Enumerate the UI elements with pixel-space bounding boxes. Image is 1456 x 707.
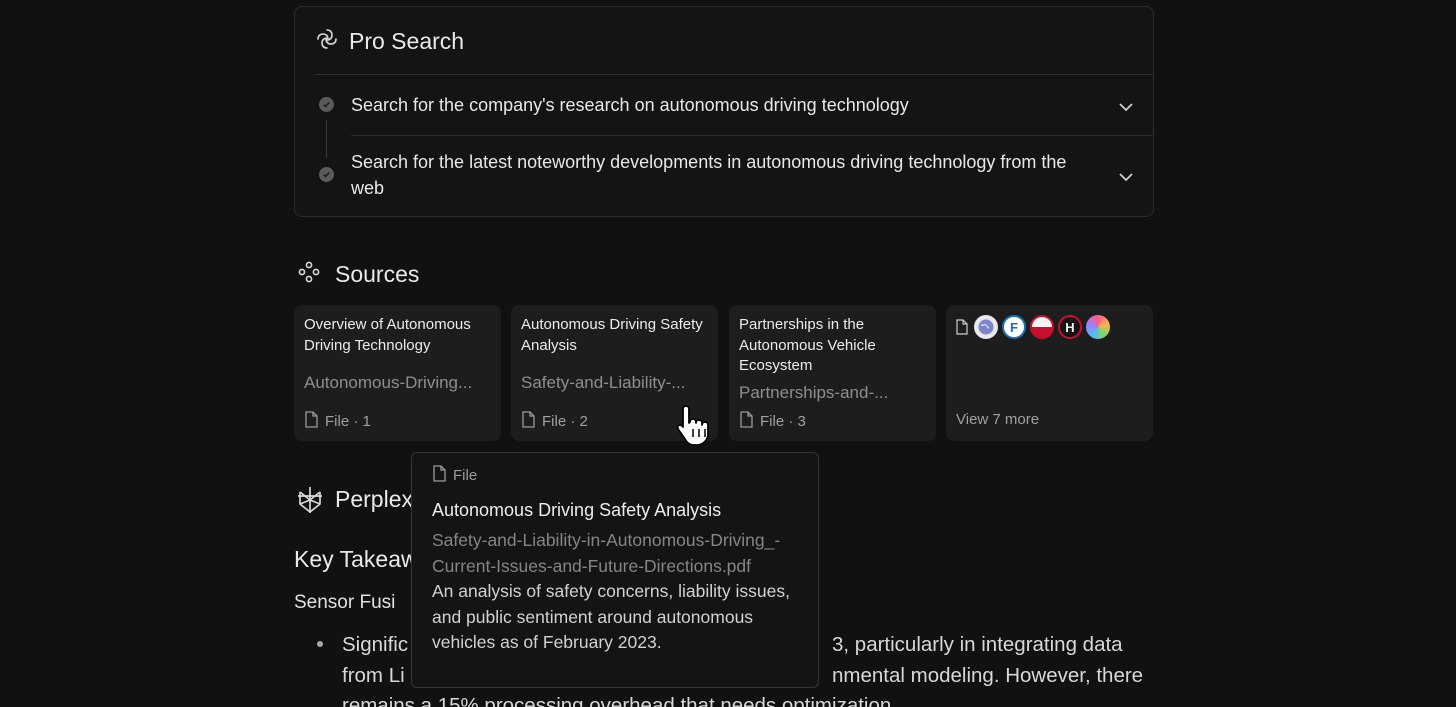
- source-meta: File · 2: [521, 411, 588, 432]
- source-favicons: F H: [956, 315, 1110, 339]
- flag-icon: [1030, 315, 1054, 339]
- source-card-3[interactable]: Partnerships in the Autonomous Vehicle E…: [729, 305, 936, 441]
- search-step-text: Search for the latest noteworthy develop…: [351, 152, 1067, 198]
- answer-title: Perplex: [335, 486, 413, 512]
- bullet-text-line1-left: Signific: [342, 633, 409, 656]
- key-takeaways-heading: Key Takeaw: [294, 546, 418, 572]
- source-filename: Autonomous-Driving...: [304, 373, 473, 392]
- sources-header: Sources: [297, 260, 419, 289]
- pro-search-panel: Pro Search Search for the company's rese…: [294, 6, 1154, 217]
- chevron-down-icon[interactable]: [1117, 168, 1135, 191]
- pdf-file-icon: [304, 411, 319, 432]
- source-meta-text: File · 3: [760, 413, 806, 430]
- gradient-logo-icon: [1086, 315, 1110, 339]
- h-logo-icon: H: [1058, 315, 1082, 339]
- source-title: Overview of Autonomous Driving Technolog…: [304, 316, 471, 354]
- file-icon: [956, 319, 970, 335]
- perplexity-logo-icon: [296, 485, 324, 520]
- source-hover-card: File Autonomous Driving Safety Analysis …: [411, 452, 819, 688]
- pdf-file-icon: [432, 465, 447, 486]
- check-icon: [319, 167, 334, 182]
- source-meta: File · 1: [304, 411, 371, 432]
- sources-icon: [297, 260, 321, 289]
- source-meta-text: File · 1: [325, 413, 371, 430]
- globe-icon: [974, 315, 998, 339]
- hand-cursor-icon: [674, 403, 716, 452]
- source-filename: Partnerships-and-...: [739, 383, 889, 402]
- f-logo-icon: F: [1002, 315, 1026, 339]
- bullet-text-line3: remains a 15% processing overhead that n…: [342, 694, 892, 707]
- bullet-marker: [317, 641, 323, 647]
- source-kind-label: File: [453, 467, 478, 484]
- pro-search-title: Pro Search: [349, 28, 465, 54]
- check-icon: [319, 97, 334, 112]
- divider: [351, 135, 1153, 136]
- search-step-text: Search for the company's research on aut…: [351, 95, 909, 115]
- sources-title: Sources: [335, 261, 420, 287]
- sensor-fusion-subheading: Sensor Fusi: [294, 592, 396, 613]
- pro-search-icon: [315, 27, 339, 56]
- hover-card-description: An analysis of safety concerns, liabilit…: [432, 581, 790, 653]
- hover-card-filename: Safety-and-Liability-in-Autonomous-Drivi…: [432, 530, 781, 576]
- source-card-1[interactable]: Overview of Autonomous Driving Technolog…: [294, 305, 501, 441]
- divider: [315, 74, 1153, 75]
- pdf-file-icon: [521, 411, 536, 432]
- source-kind: File: [432, 465, 798, 486]
- source-meta: File · 3: [739, 411, 806, 432]
- bullet-text-line2-left: from Li: [342, 664, 405, 687]
- view-more-card[interactable]: F H View 7 more: [946, 305, 1153, 441]
- search-step-1[interactable]: Search for the company's research on aut…: [295, 87, 1153, 135]
- bullet-text-line2-right: nmental modeling. However, there: [832, 664, 1144, 687]
- source-title: Autonomous Driving Safety Analysis: [521, 316, 703, 354]
- chevron-down-icon[interactable]: [1117, 98, 1135, 121]
- source-meta-text: File · 2: [542, 413, 588, 430]
- source-title: Partnerships in the Autonomous Vehicle E…: [739, 316, 876, 374]
- source-filename: Safety-and-Liability-...: [521, 373, 686, 392]
- view-more-link[interactable]: View 7 more: [956, 411, 1039, 428]
- pdf-file-icon: [739, 411, 754, 432]
- pro-search-header: Pro Search: [315, 27, 464, 56]
- search-step-2[interactable]: Search for the latest noteworthy develop…: [295, 147, 1153, 207]
- bullet-text-line1-right: 3, particularly in integrating data: [832, 633, 1123, 656]
- hover-card-title: Autonomous Driving Safety Analysis: [432, 500, 722, 520]
